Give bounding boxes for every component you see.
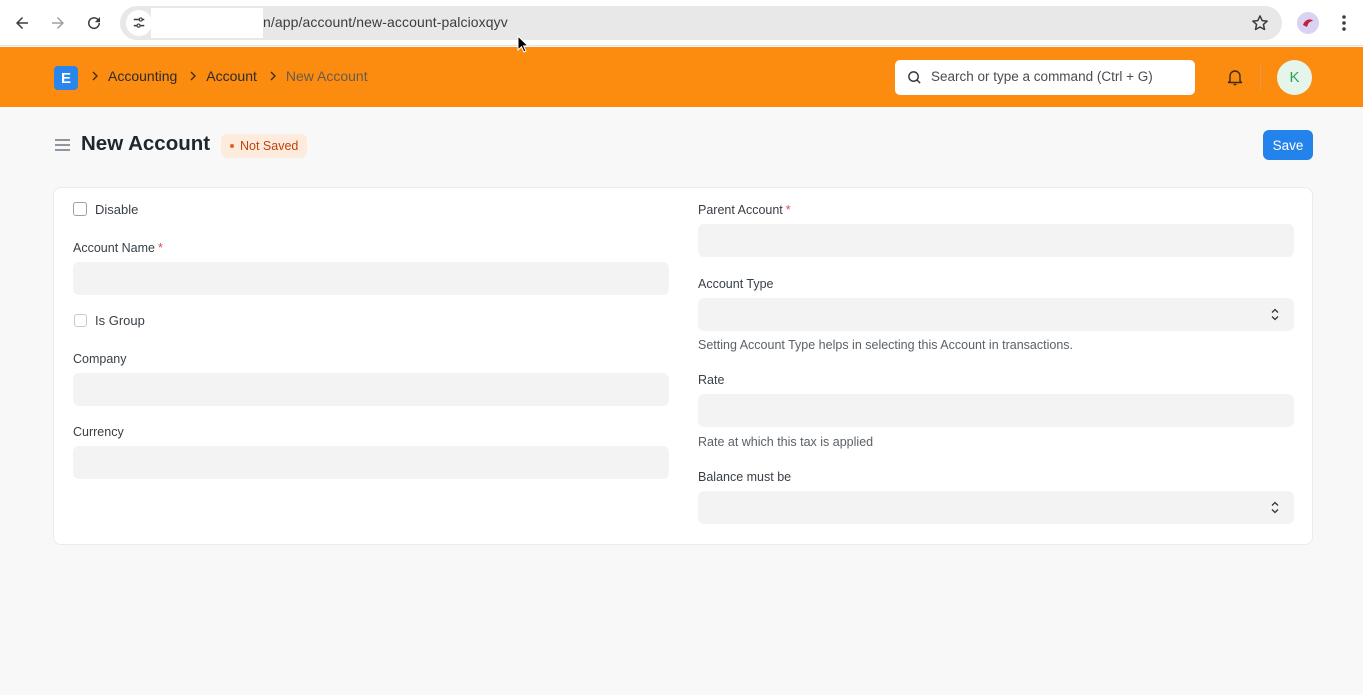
breadcrumb-account[interactable]: Account <box>206 68 257 84</box>
navbar-divider <box>1260 64 1261 90</box>
balance-must-be-select[interactable] <box>698 491 1294 524</box>
is-group-label: Is Group <box>95 313 145 328</box>
search-icon <box>908 71 921 84</box>
balance-must-be-label: Balance must be <box>698 470 792 484</box>
url-text[interactable]: n/app/account/new-account-palcioxqyv <box>263 14 508 30</box>
chevron-right-icon <box>268 71 278 81</box>
app-navbar: E Accounting Account New Account Search … <box>0 47 1363 107</box>
profile-extension-icon[interactable] <box>1297 12 1319 34</box>
browser-toolbar: n/app/account/new-account-palcioxqyv <box>0 0 1363 46</box>
notification-bell-icon[interactable] <box>1225 67 1245 87</box>
rate-label: Rate <box>698 373 725 387</box>
site-info-icon[interactable] <box>126 10 152 36</box>
forward-button[interactable] <box>46 11 70 35</box>
company-label: Company <box>73 352 127 366</box>
app-logo[interactable]: E <box>54 66 78 90</box>
reload-button[interactable] <box>82 11 106 35</box>
account-name-label: Account Name * <box>73 241 163 255</box>
rate-input[interactable] <box>698 394 1294 427</box>
select-arrows-icon <box>1271 501 1279 514</box>
currency-label: Currency <box>73 425 124 439</box>
browser-menu-icon[interactable] <box>1334 11 1354 35</box>
disable-checkbox[interactable] <box>73 202 87 216</box>
account-type-help: Setting Account Type helps in selecting … <box>698 338 1073 352</box>
status-dot <box>230 144 234 148</box>
status-badge: Not Saved <box>221 134 308 158</box>
breadcrumb-new-account[interactable]: New Account <box>286 68 368 84</box>
back-button[interactable] <box>10 11 34 35</box>
account-type-select[interactable] <box>698 298 1294 331</box>
select-arrows-icon <box>1271 308 1279 321</box>
mouse-cursor-icon <box>517 35 529 53</box>
chevron-right-icon <box>90 71 100 81</box>
awesome-bar-search[interactable]: Search or type a command (Ctrl + G) <box>895 60 1195 95</box>
search-placeholder: Search or type a command (Ctrl + G) <box>931 69 1153 84</box>
company-input[interactable] <box>73 373 669 406</box>
sidebar-toggle-icon[interactable] <box>54 137 71 153</box>
account-name-input[interactable] <box>73 262 669 295</box>
chevron-right-icon <box>188 71 198 81</box>
bookmark-star-icon[interactable] <box>1250 13 1270 33</box>
arrow-left-icon <box>16 17 28 29</box>
account-form: Disable Account Name * Is Group Company C… <box>53 187 1313 545</box>
breadcrumb: Accounting Account New Account <box>90 68 379 84</box>
parent-account-label: Parent Account * <box>698 203 791 217</box>
is-group-checkbox[interactable] <box>74 314 87 327</box>
account-type-label: Account Type <box>698 277 774 291</box>
parent-account-input[interactable] <box>698 224 1294 257</box>
address-bar[interactable]: n/app/account/new-account-palcioxqyv <box>120 6 1282 40</box>
arrow-right-icon <box>52 17 64 29</box>
currency-input[interactable] <box>73 446 669 479</box>
page-title: New Account <box>81 132 211 155</box>
save-button[interactable]: Save <box>1263 130 1313 160</box>
disable-label: Disable <box>95 202 139 217</box>
breadcrumb-accounting[interactable]: Accounting <box>108 68 177 84</box>
status-text: Not Saved <box>240 139 299 153</box>
user-avatar[interactable]: K <box>1277 60 1312 95</box>
rate-help: Rate at which this tax is applied <box>698 435 874 449</box>
url-redaction <box>151 8 263 38</box>
reload-icon <box>88 17 101 30</box>
